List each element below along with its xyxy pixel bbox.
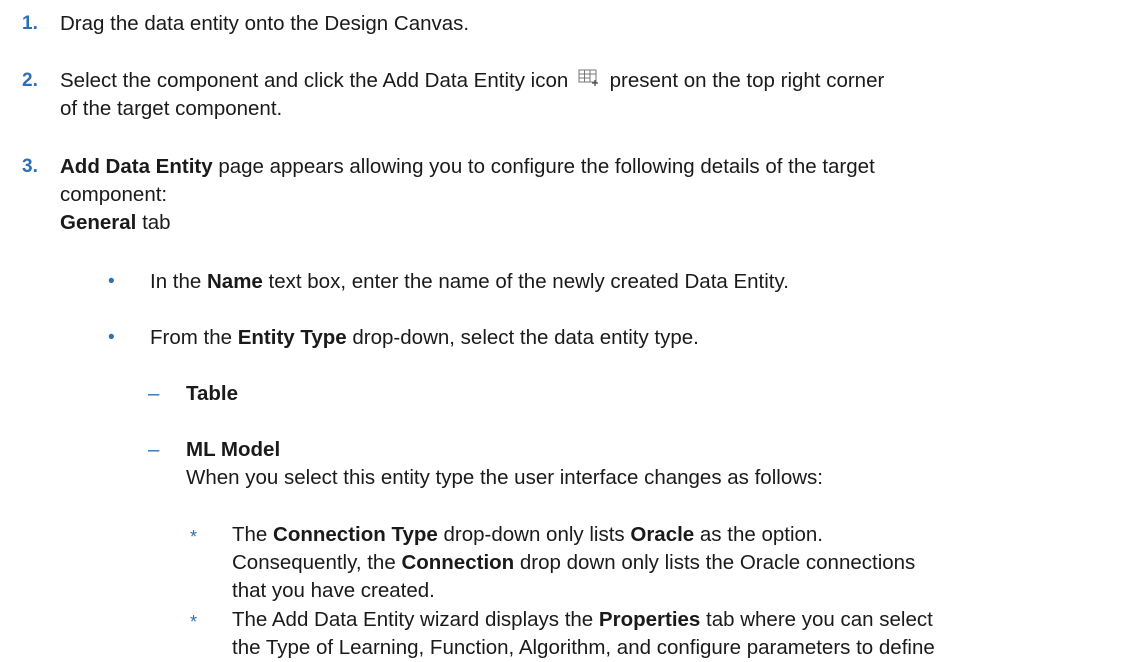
step-text: Add Data Entity page appears allowing yo… bbox=[60, 153, 1130, 237]
text: the Type of Learning, Function, Algorith… bbox=[232, 636, 935, 659]
step-text-line2: of the target component. bbox=[60, 97, 283, 120]
step-text-before: Select the component and click the Add D… bbox=[60, 69, 569, 92]
general-tab-suffix: tab bbox=[142, 211, 171, 234]
bullet-post: text box, enter the name of the newly cr… bbox=[268, 270, 789, 293]
step-number: 2. bbox=[22, 70, 38, 91]
step-text-after: present on the top right corner bbox=[609, 69, 885, 92]
step-number: 3. bbox=[22, 156, 38, 177]
bullet-pre: In the bbox=[150, 270, 202, 293]
text: tab where you can select bbox=[706, 608, 933, 631]
bullet-text: In the Name text box, enter the name of … bbox=[150, 268, 1130, 296]
ml-model-label: ML Model bbox=[186, 438, 281, 461]
step-bold: Add Data Entity bbox=[60, 155, 213, 178]
text: as the option. bbox=[699, 523, 823, 546]
star-marker: * bbox=[190, 527, 198, 547]
table-label: Table bbox=[186, 382, 239, 405]
add-data-entity-icon bbox=[578, 67, 600, 95]
step-line2: component: bbox=[60, 183, 168, 206]
star-marker: * bbox=[190, 612, 198, 632]
bullet-bold: Entity Type bbox=[237, 326, 347, 349]
step-text: Select the component and click the Add D… bbox=[60, 67, 1130, 123]
bold-text: Properties bbox=[598, 608, 701, 631]
bullet-pre: From the bbox=[150, 326, 233, 349]
text: Consequently, the bbox=[232, 551, 396, 574]
sub-item-text: The Connection Type drop-down only lists… bbox=[232, 521, 1120, 605]
step-text: Drag the data entity onto the Design Can… bbox=[60, 12, 470, 35]
entity-type-label: ML Model When you select this entity typ… bbox=[186, 436, 1130, 492]
ml-model-description: When you select this entity type the use… bbox=[186, 466, 823, 489]
bold-text: Oracle bbox=[630, 523, 695, 546]
sub-item-text: The Add Data Entity wizard displays the … bbox=[232, 606, 1120, 662]
general-tab-label: General bbox=[60, 211, 137, 234]
bullet-marker: • bbox=[108, 271, 115, 292]
text: drop-down only lists bbox=[443, 523, 625, 546]
bullet-post: drop-down, select the data entity type. bbox=[352, 326, 699, 349]
text: The bbox=[232, 523, 268, 546]
text: drop down only lists the Oracle connecti… bbox=[519, 551, 916, 574]
step-line1: page appears allowing you to configure t… bbox=[218, 155, 875, 178]
bullet-bold: Name bbox=[207, 270, 263, 293]
bullet-marker: • bbox=[108, 327, 115, 348]
text: The Add Data Entity wizard displays the bbox=[232, 608, 594, 631]
bold-text: Connection bbox=[401, 551, 515, 574]
bold-text: Connection Type bbox=[273, 523, 438, 546]
entity-type-label: Table bbox=[186, 380, 1130, 408]
dash-marker: – bbox=[148, 438, 160, 461]
dash-marker: – bbox=[148, 382, 160, 405]
step-number: 1. bbox=[22, 13, 38, 34]
text: that you have created. bbox=[232, 579, 435, 602]
bullet-text: From the Entity Type drop-down, select t… bbox=[150, 324, 1130, 352]
